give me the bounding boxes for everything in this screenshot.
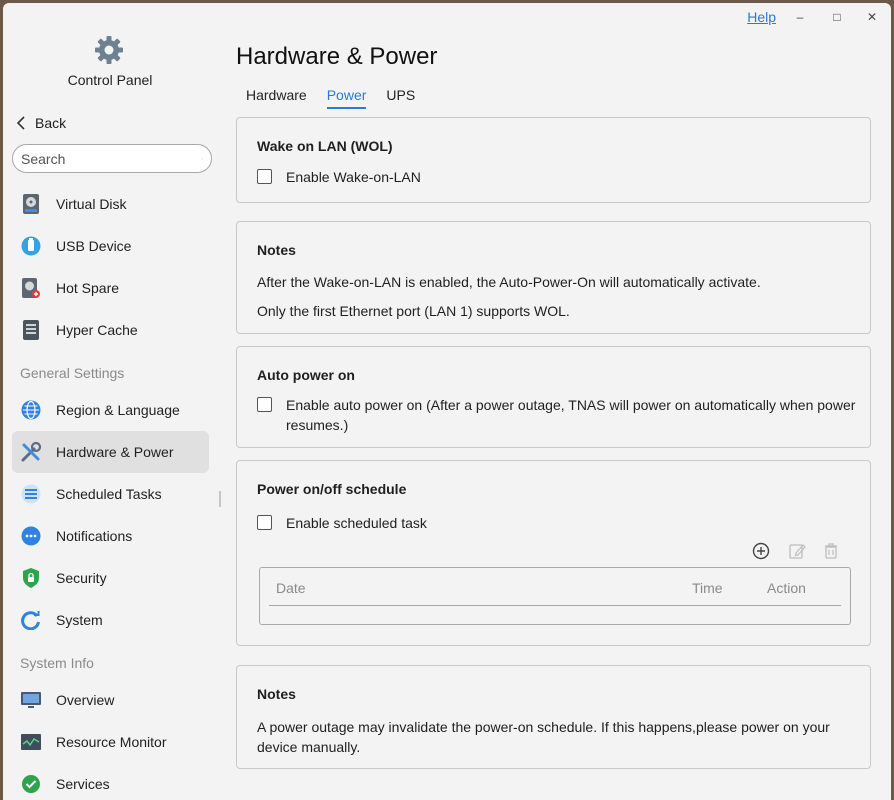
- notes-title: Notes: [257, 686, 296, 702]
- table-header-divider: [269, 605, 841, 606]
- schedule-table: Date Time Action: [259, 567, 851, 625]
- notes-text: A power outage may invalidate the power-…: [257, 719, 830, 755]
- tab-power[interactable]: Power: [326, 87, 367, 109]
- tab-bar: Hardware Power UPS: [246, 87, 415, 109]
- schedule-title: Power on/off schedule: [257, 481, 407, 497]
- column-header-action[interactable]: Action: [767, 580, 806, 596]
- sidebar-item-virtual-disk[interactable]: Virtual Disk: [3, 183, 221, 225]
- back-label: Back: [35, 115, 67, 131]
- sidebar-item-region-language[interactable]: Region & Language: [3, 389, 221, 431]
- monitor-icon: [20, 689, 42, 711]
- tab-hardware[interactable]: Hardware: [246, 87, 307, 109]
- main-content: Hardware & Power Hardware Power UPS Wake…: [236, 3, 891, 800]
- schedule-checkbox-row[interactable]: Enable scheduled task: [257, 513, 427, 533]
- search-icon[interactable]: [202, 150, 203, 168]
- wol-card: Wake on LAN (WOL) Enable Wake-on-LAN: [236, 117, 871, 203]
- column-header-date[interactable]: Date: [276, 580, 306, 596]
- add-circle-icon[interactable]: [751, 541, 771, 561]
- sidebar-item-label: Hyper Cache: [56, 322, 138, 338]
- section-general-settings: General Settings: [20, 365, 125, 381]
- search-field[interactable]: [12, 144, 212, 173]
- sidebar-item-notifications[interactable]: Notifications: [3, 515, 221, 557]
- tasks-icon: [20, 483, 42, 505]
- back-button[interactable]: Back: [15, 115, 66, 131]
- usb-icon: [20, 235, 42, 257]
- sidebar-item-services[interactable]: Services: [3, 763, 221, 800]
- schedule-checkbox[interactable]: [257, 515, 272, 530]
- sidebar-item-label: Security: [56, 570, 107, 586]
- tab-ups[interactable]: UPS: [386, 87, 415, 109]
- sidebar-item-scheduled-tasks[interactable]: Scheduled Tasks: [3, 473, 221, 515]
- notes-title: Notes: [257, 242, 296, 258]
- page-title: Hardware & Power: [236, 43, 438, 70]
- sidebar-item-label: Hardware & Power: [56, 444, 174, 460]
- sidebar-item-label: Hot Spare: [56, 280, 120, 296]
- schedule-card: Power on/off schedule Enable scheduled t…: [236, 460, 871, 646]
- virtual-disk-icon: [20, 193, 42, 215]
- edit-icon[interactable]: [787, 541, 807, 561]
- sidebar-item-hardware-power[interactable]: Hardware & Power: [12, 431, 209, 473]
- sidebar-item-label: Services: [56, 776, 110, 792]
- notes-text: Only the first Ethernet port (LAN 1) sup…: [257, 303, 570, 319]
- sidebar-item-resource-monitor[interactable]: Resource Monitor: [3, 721, 221, 763]
- system-refresh-icon: [20, 609, 42, 631]
- wol-title: Wake on LAN (WOL): [257, 138, 393, 154]
- sidebar: Control Panel Back Virtual Disk USB Dev: [3, 3, 221, 800]
- wol-notes-card: Notes After the Wake-on-LAN is enabled, …: [236, 221, 871, 334]
- sidebar-item-hyper-cache[interactable]: Hyper Cache: [3, 309, 221, 351]
- search-input[interactable]: [21, 150, 202, 167]
- section-system-info: System Info: [20, 655, 94, 671]
- sidebar-splitter-handle[interactable]: [219, 491, 221, 507]
- gear-icon: [95, 36, 123, 64]
- chevron-left-icon: [16, 116, 25, 130]
- auto-power-card: Auto power on Enable auto power on (Afte…: [236, 346, 871, 448]
- tools-icon: [20, 441, 42, 463]
- trash-icon[interactable]: [821, 541, 841, 561]
- sidebar-item-label: USB Device: [56, 238, 132, 254]
- wol-checkbox[interactable]: [257, 169, 272, 184]
- hyper-cache-icon: [20, 319, 42, 341]
- sidebar-item-label: Scheduled Tasks: [56, 486, 162, 502]
- sidebar-item-label: Overview: [56, 692, 115, 708]
- control-panel-window: Help – □ ✕ Control Panel Back Search Vir…: [3, 3, 891, 800]
- sidebar-item-usb-device[interactable]: USB Device: [3, 225, 221, 267]
- sidebar-item-label: Notifications: [56, 528, 133, 544]
- resource-monitor-icon: [20, 731, 42, 753]
- sidebar-item-hot-spare[interactable]: Hot Spare: [3, 267, 221, 309]
- auto-power-checkbox-label: Enable auto power on (After a power outa…: [286, 397, 856, 433]
- shield-lock-icon: [20, 567, 42, 589]
- auto-power-checkbox[interactable]: [257, 397, 272, 412]
- sidebar-item-system[interactable]: System: [3, 599, 221, 641]
- schedule-notes-card: Notes A power outage may invalidate the …: [236, 665, 871, 769]
- sidebar-item-overview[interactable]: Overview: [3, 679, 221, 721]
- auto-power-checkbox-row[interactable]: Enable auto power on (After a power outa…: [257, 395, 857, 435]
- sidebar-nav: Virtual Disk USB Device Hot Spare Hyper …: [3, 183, 221, 800]
- globe-icon: [20, 399, 42, 421]
- column-header-time[interactable]: Time: [692, 580, 723, 596]
- sidebar-item-security[interactable]: Security: [3, 557, 221, 599]
- sidebar-item-label: System: [56, 612, 103, 628]
- wol-checkbox-label: Enable Wake-on-LAN: [286, 169, 421, 185]
- chat-bubble-icon: [20, 525, 42, 547]
- auto-power-title: Auto power on: [257, 367, 355, 383]
- hot-spare-icon: [20, 277, 42, 299]
- schedule-checkbox-label: Enable scheduled task: [286, 515, 427, 531]
- wol-checkbox-row[interactable]: Enable Wake-on-LAN: [257, 167, 421, 187]
- notes-text: After the Wake-on-LAN is enabled, the Au…: [257, 274, 761, 290]
- services-check-icon: [20, 773, 42, 795]
- sidebar-item-label: Resource Monitor: [56, 734, 167, 750]
- sidebar-item-label: Region & Language: [56, 402, 180, 418]
- app-title: Control Panel: [67, 72, 153, 88]
- sidebar-item-label: Virtual Disk: [56, 196, 127, 212]
